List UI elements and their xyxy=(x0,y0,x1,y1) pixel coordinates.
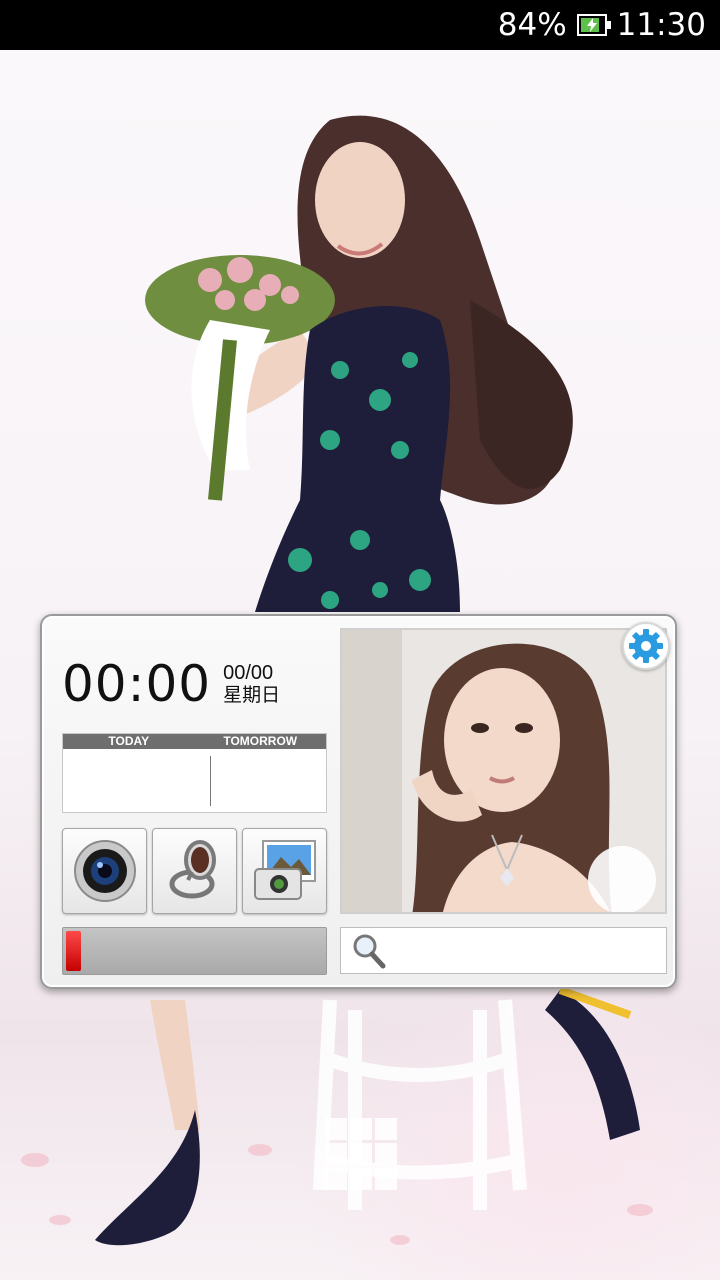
grid-cell xyxy=(350,1118,372,1140)
camera-lens-icon xyxy=(73,840,136,902)
clock-time: 00:00 xyxy=(62,655,212,713)
weather-panel[interactable]: TODAY TOMORROW xyxy=(62,733,327,813)
search-input[interactable] xyxy=(387,928,666,973)
grid-cell xyxy=(375,1168,397,1190)
gallery-app-button[interactable] xyxy=(242,828,327,914)
grid-cell xyxy=(350,1168,372,1190)
status-bar: 84% 11:30 xyxy=(0,0,720,50)
weather-today-label: TODAY xyxy=(108,734,150,748)
clock-weekday: 星期日 xyxy=(223,684,281,706)
clock-status: 11:30 xyxy=(616,7,706,43)
camera-app-button[interactable] xyxy=(62,828,147,914)
grid-cell xyxy=(325,1168,347,1190)
battery-level-fill xyxy=(66,931,82,971)
battery-percent: 84% xyxy=(497,7,567,43)
clock-date: 00/00 xyxy=(223,662,274,684)
settings-button[interactable] xyxy=(622,622,670,670)
grid-cell xyxy=(375,1118,397,1140)
magnifier-icon xyxy=(353,934,386,968)
photo-frame[interactable] xyxy=(340,628,667,914)
home-widget: 00:00 00/00 星期日 TODAY TOMORROW xyxy=(40,614,677,989)
gallery-icon xyxy=(253,840,316,900)
grid-cell xyxy=(375,1143,397,1165)
mirror-icon xyxy=(169,840,216,899)
app-drawer-grid-icon[interactable] xyxy=(325,1118,397,1190)
weather-tomorrow-label: TOMORROW xyxy=(223,734,298,748)
weather-header: TODAY TOMORROW xyxy=(63,734,326,749)
grid-cell xyxy=(325,1143,347,1165)
grid-cell xyxy=(350,1143,372,1165)
weather-divider xyxy=(210,756,211,806)
clock-panel[interactable]: 00:00 00/00 星期日 xyxy=(62,636,327,732)
clock-date-block: 00/00 星期日 xyxy=(223,662,280,706)
bolt-icon xyxy=(586,18,597,32)
grid-cell xyxy=(325,1118,347,1140)
battery-charging-icon xyxy=(576,14,611,36)
mirror-app-button[interactable] xyxy=(152,828,237,914)
battery-level-bar xyxy=(62,927,327,975)
portrait-photo xyxy=(342,630,665,912)
search-box[interactable] xyxy=(340,927,667,974)
gear-icon xyxy=(629,629,663,663)
